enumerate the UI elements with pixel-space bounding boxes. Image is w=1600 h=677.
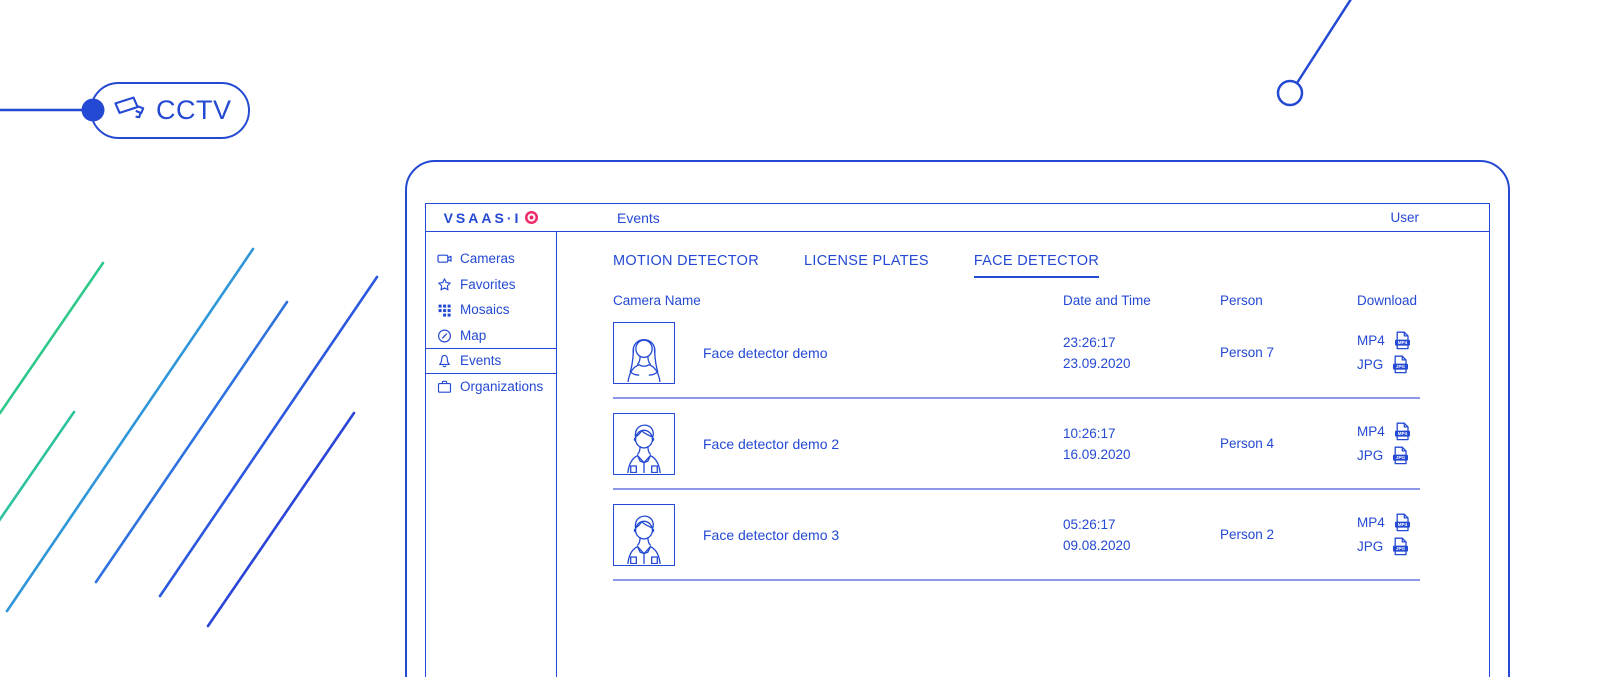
sidebar-item-events[interactable]: Events (426, 348, 556, 374)
file-mp4-icon: MP4 (1394, 422, 1411, 441)
download-jpg-link[interactable]: JPG JPG (1357, 446, 1420, 465)
diagonal-lines (0, 249, 377, 626)
column-header-date-and-time: Date and Time (1063, 293, 1220, 308)
user-menu[interactable]: User (1390, 210, 1419, 225)
sidebar-item-label: Map (460, 328, 486, 343)
svg-text:MP4: MP4 (1398, 431, 1408, 436)
page-title: Events (617, 210, 660, 226)
download-mp4-link[interactable]: MP4 MP4 (1357, 513, 1420, 532)
person-label: Person 7 (1220, 345, 1357, 360)
cctv-badge: CCTV (90, 82, 250, 139)
file-jpg-icon: JPG (1392, 355, 1409, 374)
download-format-label: JPG (1357, 448, 1383, 463)
app-header: VSAAS·I Events User (426, 204, 1489, 232)
badge-label: CCTV (156, 95, 232, 126)
sidebar-item-label: Mosaics (460, 302, 510, 317)
detector-tabs: MOTION DETECTOR LICENSE PLATES FACE DETECT… (613, 253, 1489, 278)
vsaas-logo: VSAAS·I (426, 210, 557, 226)
logo-text: VSAAS·I (444, 210, 522, 226)
event-time: 05:26:17 (1063, 514, 1220, 535)
event-date: 23.09.2020 (1063, 353, 1220, 374)
sidebar-item-favorites[interactable]: Favorites (426, 272, 556, 298)
file-jpg-icon: JPG (1392, 446, 1409, 465)
person-label: Person 2 (1220, 527, 1357, 542)
face-thumbnail (613, 413, 675, 475)
download-mp4-link[interactable]: MP4 MP4 (1357, 331, 1420, 350)
camera-name: Face detector demo 2 (675, 436, 1063, 452)
compass-icon (437, 328, 452, 343)
sidebar-item-label: Favorites (460, 277, 516, 292)
app-body: Cameras Favorites Mosaics Map Events Org… (426, 232, 1489, 677)
table-header-row: Camera NameDate and TimePersonDownload (613, 293, 1420, 308)
download-jpg-link[interactable]: JPG JPG (1357, 355, 1420, 374)
app-window: VSAAS·I Events User Cameras Favorites Mo (405, 160, 1510, 677)
table-row[interactable]: Face detector demo 3 05:26:17 09.08.2020… (613, 490, 1420, 581)
download-links: MP4 MP4 JPG JPG (1357, 331, 1420, 374)
person-label: Person 4 (1220, 436, 1357, 451)
column-header-person: Person (1220, 293, 1357, 308)
sidebar-item-label: Organizations (460, 379, 543, 394)
file-mp4-icon: MP4 (1394, 513, 1411, 532)
main-content: MOTION DETECTOR LICENSE PLATES FACE DETECT… (557, 232, 1489, 677)
sidebar-item-label: Cameras (460, 251, 515, 266)
star-icon (437, 277, 452, 292)
download-format-label: MP4 (1357, 333, 1385, 348)
download-jpg-link[interactable]: JPG JPG (1357, 537, 1420, 556)
face-thumbnail (613, 322, 675, 384)
sidebar-item-map[interactable]: Map (426, 323, 556, 349)
table-row[interactable]: Face detector demo 2 10:26:17 16.09.2020… (613, 399, 1420, 490)
file-mp4-icon: MP4 (1394, 331, 1411, 350)
download-mp4-link[interactable]: MP4 MP4 (1357, 422, 1420, 441)
column-header-camera-name: Camera Name (613, 293, 1063, 308)
sidebar-item-organizations[interactable]: Organizations (426, 374, 556, 400)
connector-ring (1278, 81, 1302, 105)
svg-text:MP4: MP4 (1398, 522, 1408, 527)
camera-name: Face detector demo 3 (675, 527, 1063, 543)
tab-motion-detector[interactable]: MOTION DETECTOR (613, 253, 759, 278)
sidebar-item-cameras[interactable]: Cameras (426, 246, 556, 272)
download-links: MP4 MP4 JPG JPG (1357, 422, 1420, 465)
events-table-body: Face detector demo 23:26:17 23.09.2020 P… (613, 308, 1420, 581)
svg-text:JPG: JPG (1396, 455, 1406, 460)
download-format-label: JPG (1357, 539, 1383, 554)
sidebar-item-label: Events (460, 353, 501, 368)
download-format-label: MP4 (1357, 424, 1385, 439)
bell-icon (437, 353, 452, 368)
download-links: MP4 MP4 JPG JPG (1357, 513, 1420, 556)
event-date: 16.09.2020 (1063, 444, 1220, 465)
event-time: 10:26:17 (1063, 423, 1220, 444)
logo-target-icon (524, 210, 539, 225)
tab-license-plates[interactable]: LICENSE PLATES (804, 253, 929, 278)
table-row[interactable]: Face detector demo 23:26:17 23.09.2020 P… (613, 308, 1420, 399)
camera-name: Face detector demo (675, 345, 1063, 361)
event-date: 09.08.2020 (1063, 535, 1220, 556)
sidebar-item-mosaics[interactable]: Mosaics (426, 297, 556, 323)
cctv-camera-icon (113, 95, 147, 126)
events-table: Camera NameDate and TimePersonDownload F… (613, 293, 1420, 581)
svg-text:MP4: MP4 (1398, 340, 1408, 345)
svg-text:JPG: JPG (1396, 546, 1406, 551)
face-thumbnail (613, 504, 675, 566)
video-camera-icon (437, 251, 452, 266)
download-format-label: JPG (1357, 357, 1383, 372)
file-jpg-icon: JPG (1392, 537, 1409, 556)
mosaic-grid-icon (437, 302, 452, 317)
sidebar-nav: Cameras Favorites Mosaics Map Events Org… (426, 232, 557, 677)
svg-text:JPG: JPG (1396, 364, 1406, 369)
event-time: 23:26:17 (1063, 332, 1220, 353)
tab-face-detector[interactable]: FACE DETECTOR (974, 253, 1099, 278)
app-inner-panel: VSAAS·I Events User Cameras Favorites Mo (425, 203, 1490, 677)
briefcase-icon (437, 379, 452, 394)
connector-line-top-right (1297, 0, 1362, 83)
column-header-download: Download (1357, 293, 1420, 308)
page-canvas: CCTV VSAAS·I Events User (0, 0, 1600, 677)
download-format-label: MP4 (1357, 515, 1385, 530)
